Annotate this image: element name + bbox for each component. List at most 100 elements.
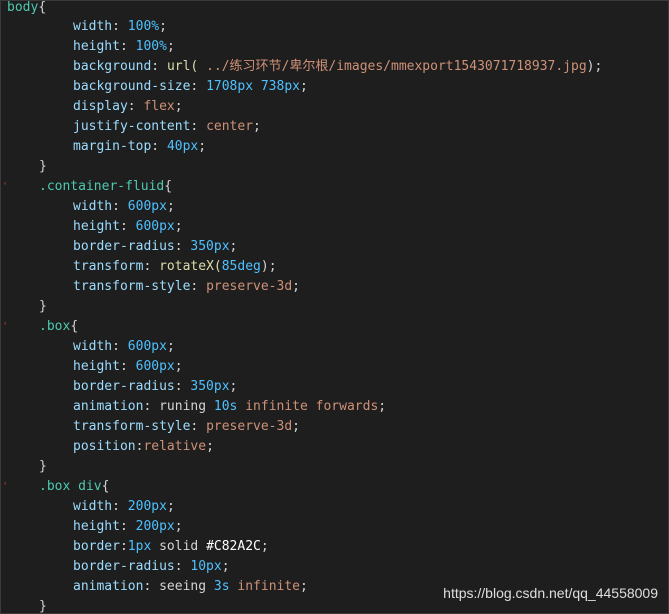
code-line: .container-fluid{	[39, 177, 172, 197]
gutter-marker-icon: '	[2, 181, 9, 192]
code-line: position:relative;	[73, 437, 214, 457]
semicolon: ;	[378, 399, 387, 414]
close-brace: }	[39, 299, 47, 314]
css-property: background-size	[73, 79, 191, 94]
colon: :	[143, 259, 160, 274]
css-value: preserve-3d	[206, 279, 293, 294]
css-property: height	[73, 519, 120, 534]
css-property: height	[73, 359, 120, 374]
css-value: infinite forwards	[245, 399, 379, 414]
code-line: margin-top: 40px;	[73, 137, 206, 157]
close-paren: );	[586, 59, 603, 74]
colon: :	[119, 219, 136, 234]
colon: :	[190, 119, 207, 134]
open-brace: {	[38, 0, 47, 15]
code-line: border:1px solid #C82A2C;	[73, 537, 269, 557]
code-line: }	[39, 597, 47, 613]
css-property: border-radius	[73, 559, 175, 574]
code-line: }	[39, 457, 47, 477]
code-line: background: url( ../练习环节/卑尔根/images/mmex…	[73, 57, 602, 77]
css-value: solid	[159, 539, 199, 554]
colon: :	[119, 39, 136, 54]
colon: :	[119, 519, 136, 534]
css-value: preserve-3d	[206, 419, 293, 434]
css-value: 85deg	[221, 259, 261, 274]
colon: :	[190, 79, 207, 94]
code-line: background-size: 1708px 738px;	[73, 77, 308, 97]
css-property: width	[73, 499, 113, 514]
colon: :	[174, 559, 191, 574]
code-line: body{	[7, 0, 47, 18]
css-property: height	[73, 219, 120, 234]
code-line: .box{	[39, 317, 78, 337]
colon: :	[143, 399, 160, 414]
css-property: display	[73, 99, 128, 114]
semicolon: ;	[206, 439, 214, 454]
css-property: background	[73, 59, 152, 74]
semicolon: ;	[174, 359, 183, 374]
css-url-path: ../练习环节/卑尔根/images/mmexport1543071718937…	[198, 59, 587, 74]
code-editor[interactable]: body{ width: 100%; height: 100%; backgro…	[0, 0, 669, 614]
open-brace: {	[164, 179, 173, 194]
close-brace: }	[39, 459, 47, 474]
code-line: }	[39, 157, 47, 177]
code-line: animation: seeing 3s infinite;	[73, 577, 308, 597]
semicolon: ;	[166, 339, 175, 354]
css-value: 350px	[190, 239, 230, 254]
css-value: 600px	[127, 339, 167, 354]
colon: :	[112, 339, 128, 354]
colon: :	[112, 499, 128, 514]
code-line: height: 600px;	[73, 357, 183, 377]
css-value: 600px	[127, 199, 167, 214]
css-color-value: #C82A2C	[206, 539, 261, 554]
css-value: 100%	[127, 19, 160, 34]
css-function: rotateX(	[159, 259, 222, 274]
open-brace: {	[101, 479, 110, 494]
semicolon: ;	[292, 279, 300, 294]
colon: :	[151, 59, 167, 74]
css-value: 350px	[190, 379, 230, 394]
css-value: 3s	[213, 579, 230, 594]
css-value: 100%	[135, 39, 167, 54]
css-property: border	[73, 539, 120, 554]
colon: :	[174, 379, 191, 394]
css-property: width	[73, 339, 113, 354]
css-value: 40px	[166, 139, 199, 154]
semicolon: ;	[174, 99, 183, 114]
css-value: 1708px 738px	[206, 79, 300, 94]
code-line: border-radius: 10px;	[73, 557, 230, 577]
css-property: height	[73, 39, 120, 54]
semicolon: ;	[166, 199, 175, 214]
semicolon: ;	[292, 419, 300, 434]
semicolon: ;	[159, 19, 167, 34]
css-selector: body	[7, 0, 39, 15]
css-value: relative	[143, 439, 207, 454]
css-value: 10s	[213, 399, 238, 414]
colon: :	[127, 99, 144, 114]
css-property: animation	[73, 399, 144, 414]
colon: :	[174, 239, 191, 254]
watermark-url: https://blog.csdn.net/qq_44558009	[443, 585, 658, 601]
css-property: transform-style	[73, 419, 191, 434]
css-property: margin-top	[73, 139, 152, 154]
css-selector: .box	[39, 319, 71, 334]
close-brace: }	[39, 159, 47, 174]
colon: :	[112, 19, 128, 34]
code-line: border-radius: 350px;	[73, 237, 237, 257]
css-value: 1px	[127, 539, 152, 554]
css-value: 10px	[190, 559, 222, 574]
colon: :	[151, 139, 167, 154]
css-value: center	[206, 119, 254, 134]
css-value: 600px	[135, 219, 175, 234]
semicolon: ;	[300, 579, 308, 594]
semicolon: ;	[174, 219, 183, 234]
semicolon: ;	[229, 239, 238, 254]
colon: :	[119, 539, 128, 554]
css-value: 600px	[135, 359, 175, 374]
css-property: border-radius	[73, 239, 175, 254]
code-line: width: 600px;	[73, 197, 175, 217]
